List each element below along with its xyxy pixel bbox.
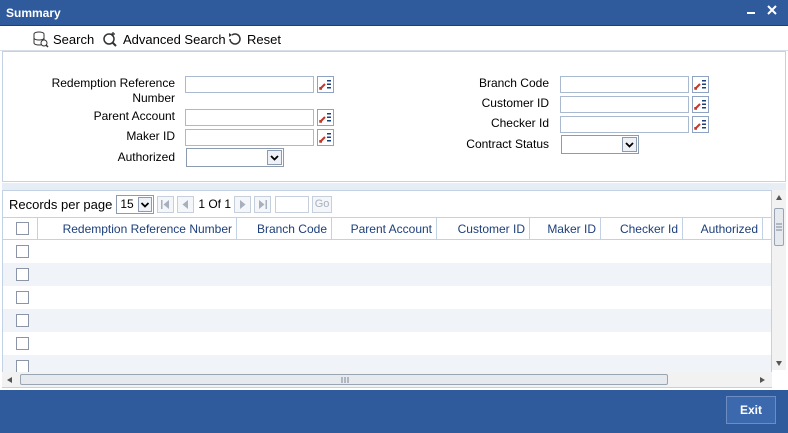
branch-code-input[interactable] — [560, 76, 689, 93]
parent-account-lov-button[interactable] — [317, 109, 334, 126]
title-bar: Summary — [0, 0, 788, 26]
table-row — [3, 309, 771, 332]
maker-id-lov-button[interactable] — [317, 129, 334, 146]
authorized-label: Authorized — [117, 150, 175, 164]
exit-button[interactable]: Exit — [726, 396, 776, 424]
last-page-icon — [259, 199, 268, 209]
list-of-values-icon — [319, 113, 331, 123]
table-row — [3, 240, 771, 263]
vertical-scrollbar[interactable] — [772, 190, 786, 370]
checker-id-label: Checker Id — [490, 116, 549, 130]
search-label: Search — [53, 31, 95, 47]
chevron-down-icon — [267, 150, 282, 165]
pagination-bar: Records per page 15 1 Of 1 Go — [3, 191, 771, 218]
customer-id-input[interactable] — [560, 96, 689, 113]
section-divider — [2, 183, 786, 190]
redemption-reference-lov-button[interactable] — [317, 76, 334, 93]
column-header[interactable]: Authorized — [683, 218, 763, 240]
chevron-down-icon — [622, 137, 637, 152]
reset-icon — [229, 33, 241, 45]
advanced-search-button[interactable]: Advanced Search — [101, 30, 226, 48]
redemption-reference-number-label: Redemption Reference Number — [51, 76, 175, 105]
records-per-page-select[interactable]: 15 — [116, 194, 155, 214]
parent-account-input[interactable] — [185, 109, 314, 126]
row-checkbox[interactable] — [16, 314, 29, 327]
first-page-button[interactable] — [157, 195, 175, 213]
horizontal-scrollbar[interactable] — [2, 372, 772, 387]
column-header[interactable]: Maker ID — [530, 218, 601, 240]
contract-status-label: Contract Status — [466, 137, 549, 151]
select-all-cell — [3, 218, 38, 240]
records-per-page-label: Records per page — [9, 196, 113, 212]
column-header[interactable]: Checker Id — [601, 218, 683, 240]
redemption-reference-number-input[interactable] — [185, 76, 314, 93]
column-header[interactable]: Branch Code — [237, 218, 332, 240]
select-all-checkbox[interactable] — [16, 222, 29, 235]
authorized-select[interactable] — [186, 148, 284, 167]
scroll-left-icon[interactable] — [6, 376, 14, 384]
window-title: Summary — [6, 6, 61, 20]
maker-id-input[interactable] — [185, 129, 314, 146]
scroll-down-icon[interactable] — [775, 359, 783, 367]
row-checkbox[interactable] — [16, 245, 29, 258]
next-page-icon — [240, 199, 246, 209]
results-grid: Records per page 15 1 Of 1 Go Redemption… — [2, 190, 772, 388]
page-info: 1 Of 1 — [198, 197, 232, 211]
column-header[interactable]: Customer ID — [437, 218, 530, 240]
column-header[interactable]: Redemption Reference Number — [38, 218, 237, 240]
horizontal-scroll-thumb[interactable] — [20, 374, 668, 385]
go-button[interactable]: Go — [312, 195, 333, 213]
grip-icon — [776, 223, 782, 231]
vertical-scroll-thumb[interactable] — [774, 208, 784, 246]
last-page-button[interactable] — [254, 195, 272, 213]
search-criteria-panel: Redemption Reference Number Parent Accou… — [2, 51, 786, 182]
first-page-icon — [161, 199, 170, 209]
contract-status-select[interactable] — [561, 135, 639, 154]
branch-code-label: Branch Code — [478, 76, 549, 90]
row-checkbox[interactable] — [16, 268, 29, 281]
footer-bar — [0, 390, 788, 433]
chevron-down-icon — [138, 196, 153, 212]
close-icon[interactable] — [764, 3, 780, 19]
parent-account-label: Parent Account — [93, 109, 175, 123]
goto-page-input[interactable] — [275, 195, 310, 213]
reset-button[interactable]: Reset — [227, 30, 281, 48]
table-row — [3, 263, 771, 286]
table-row — [3, 332, 771, 355]
search-button[interactable]: Search — [32, 30, 94, 48]
table-row — [3, 286, 771, 309]
checker-id-input[interactable] — [560, 116, 689, 133]
list-of-values-icon — [319, 133, 331, 143]
reset-label: Reset — [247, 31, 281, 47]
records-per-page-value: 15 — [120, 196, 134, 211]
row-checkbox[interactable] — [16, 337, 29, 350]
list-of-values-icon — [319, 80, 331, 90]
scroll-right-icon[interactable] — [758, 376, 766, 384]
minimize-icon[interactable] — [743, 3, 759, 19]
grip-icon — [341, 377, 349, 383]
next-page-button[interactable] — [234, 195, 252, 213]
toolbar: Search Advanced Search Reset — [0, 26, 788, 51]
table-header: Redemption Reference Number Branch Code … — [3, 218, 771, 240]
branch-code-lov-button[interactable] — [692, 76, 709, 93]
column-header[interactable]: Parent Account — [332, 218, 437, 240]
row-checkbox[interactable] — [16, 291, 29, 304]
previous-page-icon — [182, 199, 189, 209]
list-of-values-icon — [694, 80, 706, 90]
advanced-search-label: Advanced Search — [123, 31, 226, 47]
previous-page-button[interactable] — [177, 195, 195, 213]
database-search-icon — [33, 31, 49, 48]
customer-id-label: Customer ID — [481, 96, 549, 110]
checker-id-lov-button[interactable] — [692, 116, 709, 133]
advanced-search-icon — [103, 31, 117, 47]
customer-id-lov-button[interactable] — [692, 96, 709, 113]
maker-id-label: Maker ID — [126, 129, 175, 143]
list-of-values-icon — [694, 100, 706, 110]
list-of-values-icon — [694, 120, 706, 130]
scroll-up-icon[interactable] — [775, 194, 783, 202]
